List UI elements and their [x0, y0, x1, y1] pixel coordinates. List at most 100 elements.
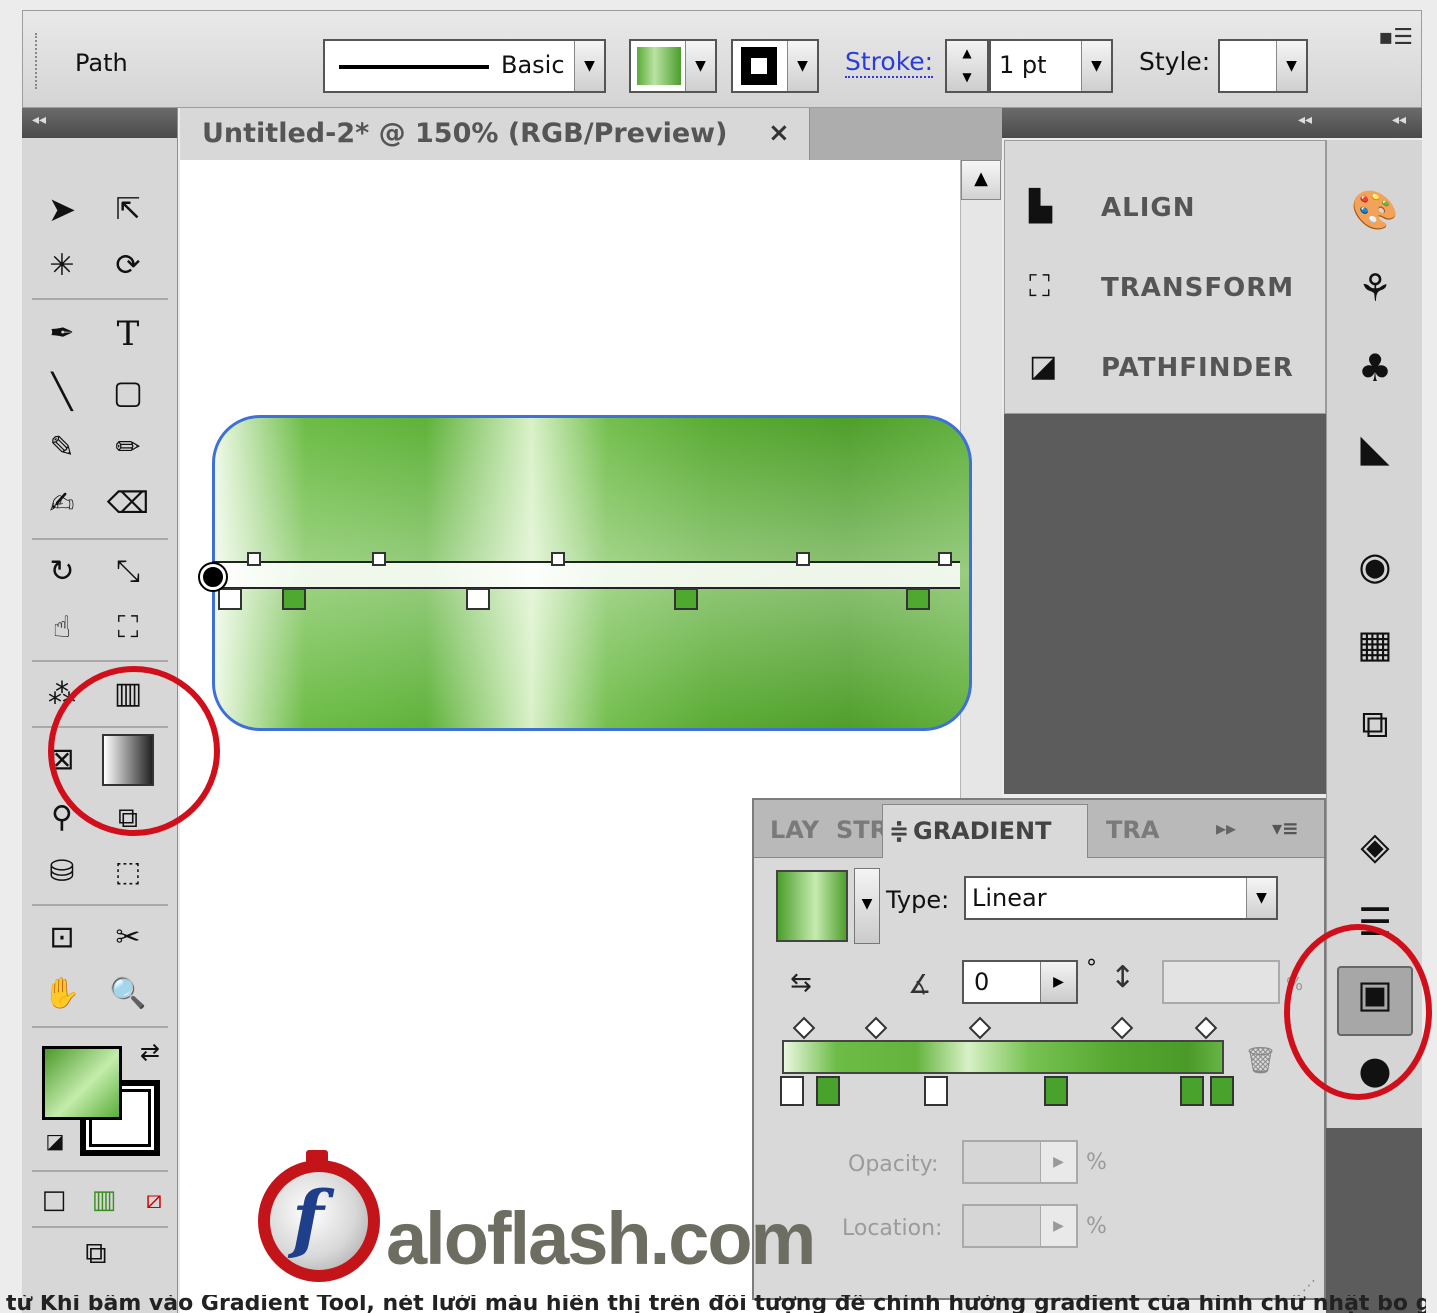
slice-tool[interactable]: ✂: [102, 912, 154, 964]
gradient-color-stop[interactable]: [780, 1076, 804, 1106]
pen-tool[interactable]: ✒: [36, 308, 88, 360]
stroke-link[interactable]: Stroke:: [845, 47, 934, 78]
chevron-down-icon[interactable]: ▼: [685, 41, 715, 91]
symbols-icon[interactable]: ♣: [1349, 342, 1401, 394]
gradient-color-stop[interactable]: [816, 1076, 840, 1106]
gradient-midpoint-handle[interactable]: [796, 552, 810, 566]
gradient-midpoint-diamond[interactable]: [968, 1016, 992, 1040]
eraser-tool[interactable]: ⌫: [102, 478, 154, 530]
gradient-color-stop[interactable]: [1044, 1076, 1068, 1106]
gradient-midpoint-diamond[interactable]: [1194, 1016, 1218, 1040]
location-field[interactable]: ▶: [962, 1204, 1078, 1248]
line-tool[interactable]: ╲: [36, 366, 88, 418]
chevron-down-icon[interactable]: ▼: [854, 868, 880, 944]
artboard-tool[interactable]: ⊡: [36, 912, 88, 964]
gradient-midpoint-diamond[interactable]: [792, 1016, 816, 1040]
brushes-icon[interactable]: ⚘: [1349, 262, 1401, 314]
paintbrush-tool[interactable]: ✎: [36, 422, 88, 474]
gradient-midpoint-handle[interactable]: [938, 552, 952, 566]
tab-stroke[interactable]: STR: [836, 816, 888, 844]
document-tab[interactable]: Untitled-2* @ 150% (RGB/Preview) ×: [180, 108, 810, 160]
none-mode-icon[interactable]: ⧄: [132, 1178, 176, 1222]
chevron-down-icon[interactable]: ▼: [787, 41, 817, 91]
stroke-color-dropdown[interactable]: ▼: [731, 39, 819, 93]
stroke-weight-field[interactable]: 1 pt ▼: [989, 39, 1113, 93]
warp-tool[interactable]: ☝: [36, 602, 88, 654]
scroll-up-icon[interactable]: ▲: [961, 160, 1001, 200]
free-transform-tool[interactable]: ⛶: [102, 602, 154, 654]
gradient-color-stop[interactable]: [1210, 1076, 1234, 1106]
gradient-annotator-bar[interactable]: [212, 561, 960, 589]
collapse-icon[interactable]: ◂◂: [22, 108, 177, 138]
reverse-gradient-icon[interactable]: ⇆: [790, 968, 812, 998]
pencil-tool[interactable]: ✏: [102, 422, 154, 474]
hand-tool[interactable]: ✋: [36, 968, 88, 1020]
lasso-tool[interactable]: ⟳: [102, 240, 154, 292]
chevron-down-icon[interactable]: ▼: [1276, 41, 1306, 91]
tab-transparency[interactable]: TRA: [1106, 816, 1159, 844]
fill-color-box[interactable]: [42, 1046, 122, 1120]
direct-selection-tool[interactable]: ⇱: [102, 184, 154, 236]
opacity-dropdown-icon[interactable]: ▶: [1040, 1142, 1076, 1182]
collapse-icon[interactable]: ◂◂: [1392, 112, 1406, 128]
delete-stop-icon[interactable]: 🗑: [1244, 1046, 1277, 1076]
layers-icon[interactable]: ◈: [1349, 820, 1401, 872]
gradient-midpoint-handle[interactable]: [372, 552, 386, 566]
magic-wand-tool[interactable]: ✳: [36, 240, 88, 292]
overflow-icon[interactable]: ▸▸: [1216, 816, 1236, 840]
screen-mode-icon[interactable]: ⧉: [70, 1228, 122, 1280]
gradient-midpoint-handle[interactable]: [551, 552, 565, 566]
appearance-icon[interactable]: ◉: [1349, 540, 1401, 592]
selection-tool[interactable]: ➤: [36, 184, 88, 236]
gradient-stop[interactable]: [282, 588, 306, 610]
gradient-stop[interactable]: [218, 588, 242, 610]
tab-gradient[interactable]: ≑ GRADIENT: [882, 804, 1088, 858]
gradient-midpoint-diamond[interactable]: [1110, 1016, 1134, 1040]
opacity-field[interactable]: ▶: [962, 1140, 1078, 1184]
fill-color-dropdown[interactable]: ▼: [629, 39, 717, 93]
blob-brush-tool[interactable]: ✍: [36, 478, 88, 530]
angle-dropdown-icon[interactable]: ▶: [1040, 962, 1076, 1002]
resize-grip-icon[interactable]: ⋰: [1302, 1278, 1316, 1294]
panel-menu-icon[interactable]: ▪☰: [1378, 25, 1413, 50]
type-tool[interactable]: T: [102, 308, 154, 360]
tab-layers[interactable]: LAY: [770, 816, 819, 844]
chevron-down-icon[interactable]: ▼: [574, 41, 604, 91]
live-paint-bucket-tool[interactable]: ⛁: [36, 846, 88, 898]
graphic-styles-icon[interactable]: ◣: [1349, 422, 1401, 474]
swap-fill-stroke-icon[interactable]: ⇄: [130, 1032, 170, 1072]
panel-grip[interactable]: [35, 33, 41, 89]
gradient-color-stop[interactable]: [924, 1076, 948, 1106]
chevron-down-icon[interactable]: ▼: [1246, 878, 1276, 918]
location-dropdown-icon[interactable]: ▶: [1040, 1206, 1076, 1246]
gradient-type-dropdown[interactable]: Linear ▼: [964, 876, 1278, 920]
color-palette-icon[interactable]: 🎨: [1349, 184, 1401, 236]
close-icon[interactable]: ×: [768, 118, 790, 148]
gradient-stop[interactable]: [466, 588, 490, 610]
gradient-mode-icon[interactable]: ▥: [82, 1178, 126, 1222]
default-colors-icon[interactable]: ◪: [40, 1126, 70, 1156]
gradient-color-stop[interactable]: [1180, 1076, 1204, 1106]
graphic-style-dropdown[interactable]: ▼: [1218, 39, 1308, 93]
live-paint-selection-tool[interactable]: ⬚: [102, 846, 154, 898]
gradient-angle-field[interactable]: 0 ▶: [962, 960, 1078, 1004]
artboards-icon[interactable]: ⧉: [1349, 698, 1401, 750]
gradient-stop[interactable]: [906, 588, 930, 610]
gradient-stop[interactable]: [674, 588, 698, 610]
stroke-profile-dropdown[interactable]: Basic ▼: [323, 39, 606, 93]
zoom-tool[interactable]: 🔍: [102, 968, 154, 1020]
swatches-icon[interactable]: ▦: [1349, 618, 1401, 670]
gradient-midpoint-handle[interactable]: [247, 552, 261, 566]
scale-tool[interactable]: ⤡: [102, 546, 154, 598]
panel-menu-icon[interactable]: ▾≡: [1272, 816, 1299, 840]
stroke-weight-stepper[interactable]: ▲ ▼: [945, 39, 989, 93]
color-mode-icon[interactable]: □: [32, 1178, 76, 1222]
gradient-slider[interactable]: [782, 1040, 1224, 1074]
collapse-icon[interactable]: ◂◂: [1298, 112, 1312, 128]
rounded-rectangle-tool[interactable]: ▢: [102, 366, 154, 418]
aspect-ratio-field[interactable]: [1162, 960, 1280, 1004]
gradient-origin-handle[interactable]: [198, 562, 228, 592]
gradient-midpoint-diamond[interactable]: [864, 1016, 888, 1040]
gradient-preview-swatch[interactable]: [776, 870, 848, 942]
rotate-tool[interactable]: ↻: [36, 546, 88, 598]
